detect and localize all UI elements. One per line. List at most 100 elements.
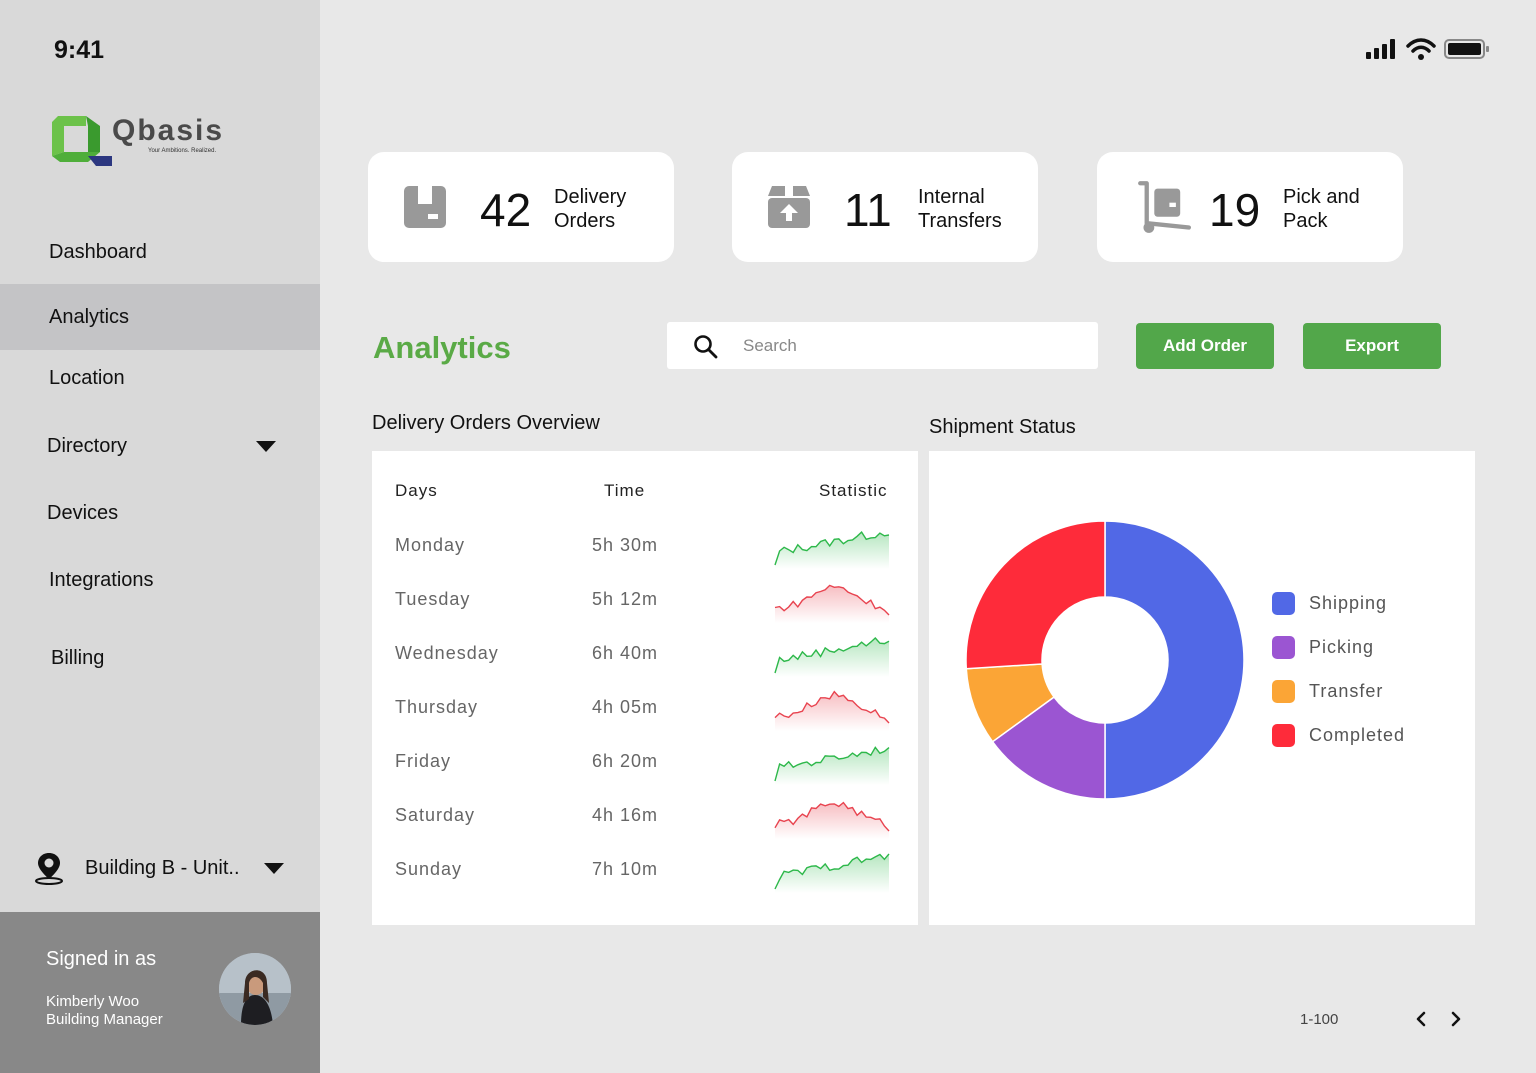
table-row[interactable]: Saturday 4h 16m xyxy=(372,789,918,843)
legend-label: Picking xyxy=(1309,637,1375,657)
brand-name: Qbasis xyxy=(112,114,225,147)
sparkline-down xyxy=(774,690,890,731)
sidebar-item-label: Integrations xyxy=(49,568,154,591)
legend-swatch xyxy=(1272,592,1295,615)
pagination-range: 1-100 xyxy=(1300,1011,1339,1028)
sparkline-down xyxy=(774,801,890,839)
table-row[interactable]: Friday 6h 20m xyxy=(372,735,918,789)
legend-item-transfer[interactable]: Transfer xyxy=(1272,680,1383,703)
legend-item-completed[interactable]: Completed xyxy=(1272,724,1405,747)
time-cell: 5h 12m xyxy=(592,589,659,609)
pick-and-pack-card[interactable]: 19 Pick and Pack xyxy=(1097,152,1403,262)
legend-swatch xyxy=(1272,680,1295,703)
sidebar-item-label: Devices xyxy=(47,501,119,524)
card-value: 42 xyxy=(480,184,532,236)
chart-title: Shipment Status xyxy=(929,416,1076,438)
column-header-time: Time xyxy=(604,481,646,500)
delivery-orders-card[interactable]: 42 Delivery Orders xyxy=(368,152,674,262)
day-cell: Saturday xyxy=(395,805,476,825)
sidebar-item-location[interactable]: Location xyxy=(0,345,320,411)
building-selector[interactable]: Building B - Unit.. xyxy=(34,848,304,888)
day-cell: Sunday xyxy=(395,859,463,879)
shipment-status-chart: Shipping Picking Transfer Completed xyxy=(929,451,1475,925)
search-input[interactable] xyxy=(743,332,1073,360)
search-icon xyxy=(694,335,718,359)
card-label: Delivery Orders xyxy=(554,186,627,232)
sidebar-item-label: Analytics xyxy=(49,305,130,328)
sidebar-item-analytics[interactable]: Analytics xyxy=(0,284,320,350)
avatar[interactable] xyxy=(219,953,291,1025)
export-button[interactable]: Export xyxy=(1303,323,1441,369)
table-row[interactable]: Tuesday 5h 12m xyxy=(372,573,918,627)
sparkline-up xyxy=(774,853,890,893)
donut-slice-shipping[interactable] xyxy=(1104,520,1245,800)
legend-swatch xyxy=(1272,636,1295,659)
internal-transfers-card[interactable]: 11 Internal Transfers xyxy=(732,152,1038,262)
signal-icon xyxy=(1366,39,1395,59)
legend-item-picking[interactable]: Picking xyxy=(1272,636,1374,659)
time-cell: 4h 05m xyxy=(592,697,659,717)
time-cell: 5h 30m xyxy=(592,535,659,555)
table-row[interactable]: Sunday 7h 10m xyxy=(372,843,918,897)
wifi-icon xyxy=(1406,38,1436,60)
add-order-button[interactable]: Add Order xyxy=(1136,323,1274,369)
time-cell: 6h 20m xyxy=(592,751,659,771)
table-row[interactable]: Monday 5h 30m xyxy=(372,519,918,573)
legend-label: Transfer xyxy=(1309,681,1384,701)
legend-label: Completed xyxy=(1309,725,1406,745)
sidebar-item-devices[interactable]: Devices xyxy=(0,480,320,546)
sparkline-up xyxy=(774,531,890,569)
table-title: Delivery Orders Overview xyxy=(372,412,600,434)
hand-truck-icon xyxy=(1138,181,1191,233)
sidebar-item-label: Location xyxy=(49,366,125,389)
box-icon xyxy=(404,186,446,228)
user-role: Building Manager xyxy=(46,1011,163,1028)
sidebar-item-label: Directory xyxy=(47,434,128,457)
user-name: Kimberly Woo xyxy=(46,993,140,1010)
column-header-days: Days xyxy=(395,481,438,500)
column-header-statistic: Statistic xyxy=(819,481,888,500)
day-cell: Tuesday xyxy=(395,589,471,609)
card-label: Internal Transfers xyxy=(918,186,1002,232)
legend-item-shipping[interactable]: Shipping xyxy=(1272,592,1387,615)
day-cell: Wednesday xyxy=(395,643,499,663)
chevron-down-icon xyxy=(264,863,284,874)
sidebar-item-label: Billing xyxy=(51,646,105,669)
donut-chart xyxy=(965,520,1245,800)
location-pin-icon xyxy=(35,853,63,885)
sparkline-up xyxy=(774,637,890,677)
sidebar: 9:41 Qbasis Your Ambitions. Realized. Da… xyxy=(0,0,320,1073)
legend-label: Shipping xyxy=(1309,593,1388,613)
card-value: 11 xyxy=(844,184,892,236)
time-cell: 6h 40m xyxy=(592,643,659,663)
signed-in-panel: Signed in as Kimberly Woo Building Manag… xyxy=(0,912,320,1073)
upload-box-icon xyxy=(768,186,810,228)
sidebar-item-label: Dashboard xyxy=(49,240,147,263)
chevron-left-icon[interactable] xyxy=(1410,1008,1432,1030)
time-cell: 7h 10m xyxy=(592,859,659,879)
table-row[interactable]: Wednesday 6h 40m xyxy=(372,627,918,681)
qbasis-logo: Qbasis Your Ambitions. Realized. xyxy=(48,112,248,172)
card-label: Pick and Pack xyxy=(1283,186,1360,232)
table-row[interactable]: Thursday 4h 05m xyxy=(372,681,918,735)
building-label: Building B - Unit.. xyxy=(85,856,240,879)
status-bar-icons xyxy=(1366,38,1490,60)
sidebar-item-directory[interactable]: Directory xyxy=(0,413,320,479)
time-cell: 4h 16m xyxy=(592,805,659,825)
logo-mark-icon xyxy=(52,116,124,166)
page-title: Analytics xyxy=(373,330,511,365)
card-value: 19 xyxy=(1209,184,1261,236)
day-cell: Thursday xyxy=(395,697,479,717)
chevron-right-icon[interactable] xyxy=(1445,1008,1467,1030)
donut-slice-completed[interactable] xyxy=(965,520,1106,670)
sidebar-item-integrations[interactable]: Integrations xyxy=(0,547,320,613)
day-cell: Friday xyxy=(395,751,452,771)
signed-in-label: Signed in as xyxy=(46,948,157,970)
search-box[interactable] xyxy=(667,322,1098,369)
status-clock: 9:41 xyxy=(54,36,105,64)
sidebar-item-billing[interactable]: Billing xyxy=(0,625,320,691)
sparkline-up xyxy=(774,746,890,785)
brand-tagline: Your Ambitions. Realized. xyxy=(148,148,217,154)
sidebar-item-dashboard[interactable]: Dashboard xyxy=(0,219,320,285)
sparkline-down xyxy=(774,584,890,623)
